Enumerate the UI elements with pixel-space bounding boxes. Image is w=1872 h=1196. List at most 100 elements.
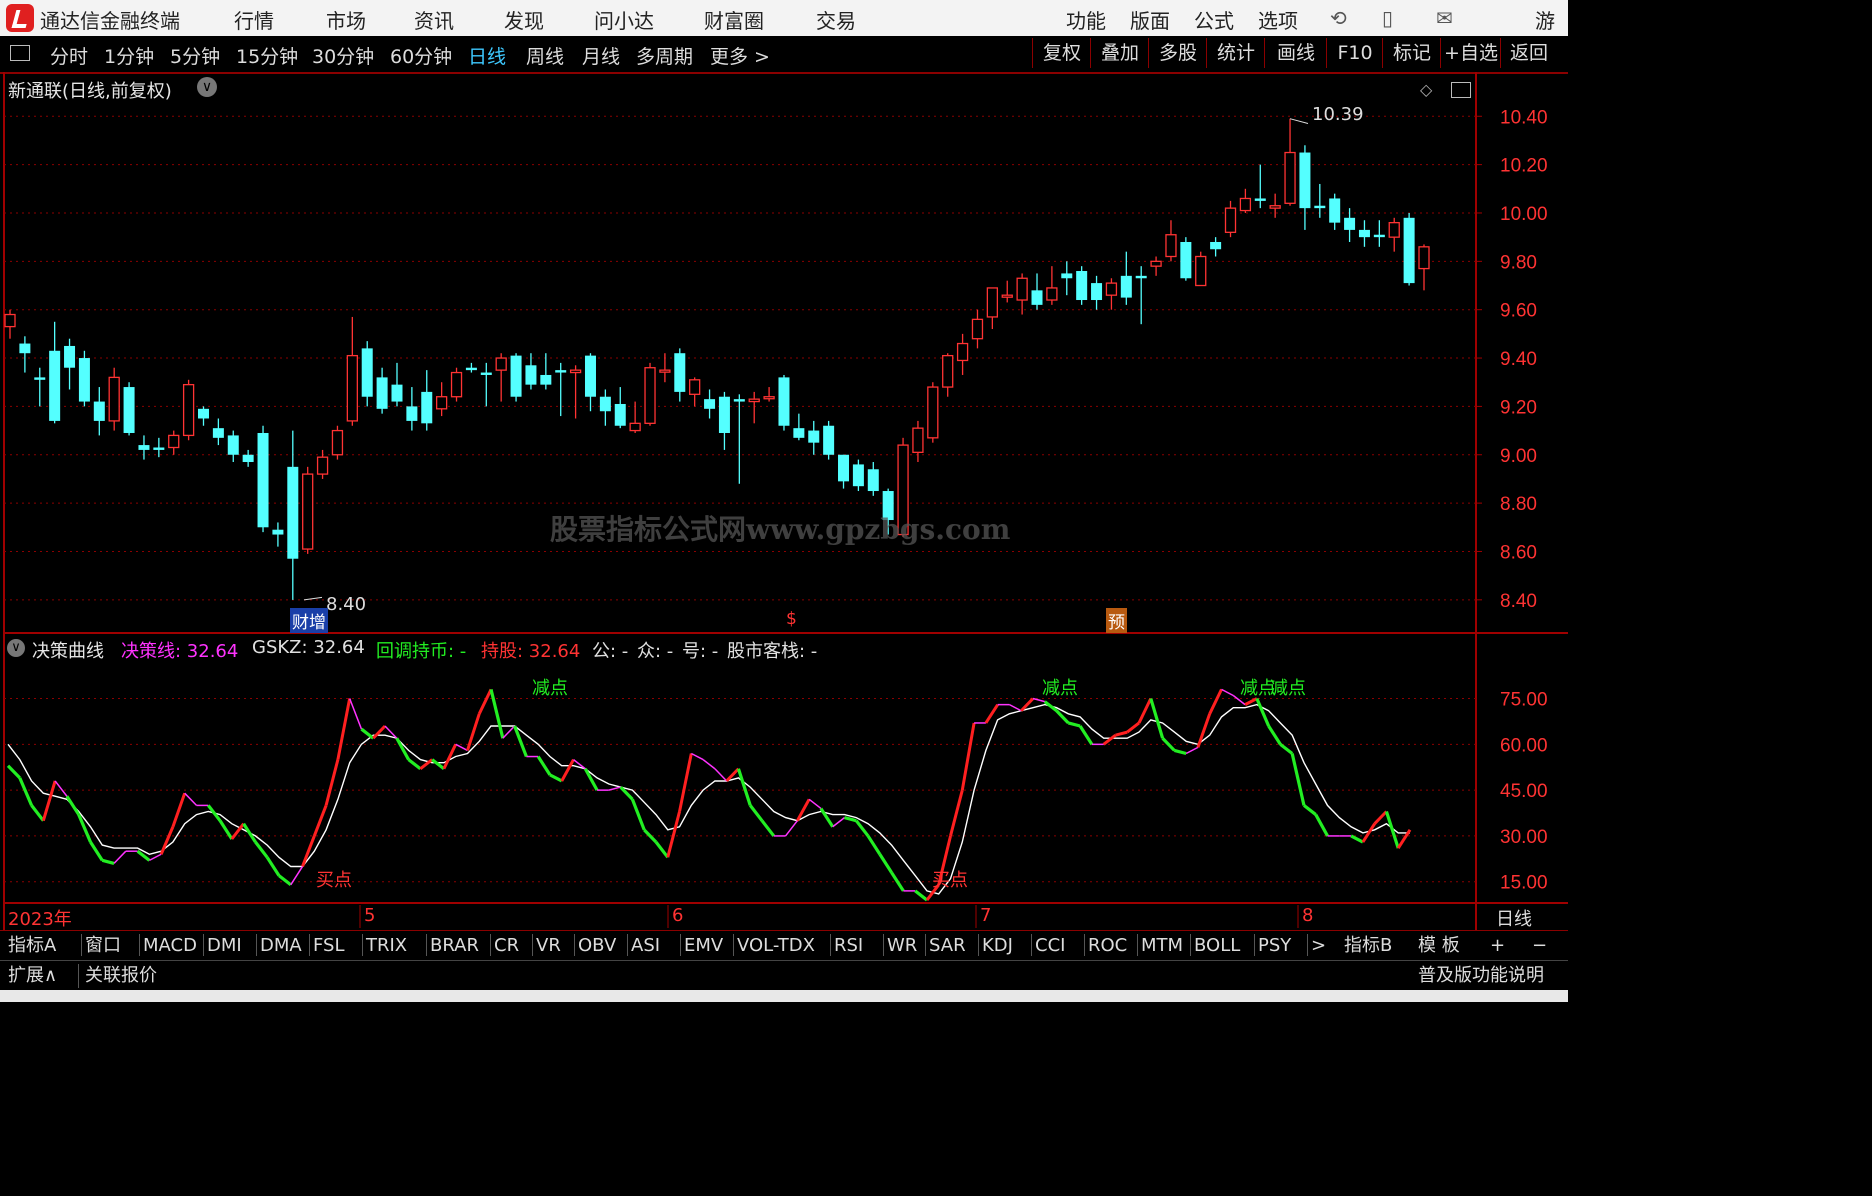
decision-segment: [477, 688, 493, 715]
marker-yu[interactable]: 预: [1106, 608, 1127, 633]
indicator-value-3: 持股: 32.64: [481, 641, 581, 662]
candle-down: [555, 370, 567, 373]
indicator-tab-6[interactable]: TRIX: [366, 934, 407, 958]
tab-divider: [1254, 934, 1255, 956]
indicator-tab-10[interactable]: OBV: [578, 934, 616, 958]
decision-segment: [301, 835, 316, 868]
indicator-tab-16[interactable]: SAR: [929, 934, 966, 958]
candle-up: [763, 396, 775, 400]
decision-segment: [643, 828, 658, 844]
linked-quote-button[interactable]: 关联报价: [78, 964, 157, 988]
candle-down: [674, 353, 686, 392]
candle-up: [108, 376, 120, 422]
indicator-tab-2[interactable]: MACD: [143, 934, 197, 958]
price-axis-label: 9.20: [1500, 397, 1537, 418]
candle-down: [808, 430, 820, 443]
indicator-tab-7[interactable]: BRAR: [430, 934, 479, 958]
decision-segment: [760, 819, 776, 837]
indicator-tab-9[interactable]: VR: [536, 934, 561, 958]
help-button[interactable]: 普及版功能说明: [1418, 964, 1544, 988]
candle-down: [1135, 275, 1147, 279]
indicator-tab-11[interactable]: ASI: [631, 934, 660, 958]
right-tab-3[interactable]: −: [1532, 934, 1547, 958]
diamond-icon[interactable]: ◇: [1420, 80, 1432, 99]
date-month-6: 6: [672, 905, 684, 926]
marker-dollar[interactable]: $: [786, 609, 797, 629]
candle-down: [376, 377, 388, 409]
sell-point-label-4: 减点: [1270, 678, 1306, 699]
price-axis-label: 10.00: [1500, 204, 1548, 225]
decision-segment: [101, 858, 115, 865]
date-month-8: 8: [1302, 905, 1314, 926]
indicator-tab-5[interactable]: FSL: [313, 934, 345, 958]
candle-down: [793, 428, 805, 438]
candle-down: [525, 365, 537, 385]
indicator-tab-21[interactable]: BOLL: [1194, 934, 1240, 958]
candle-down: [1031, 290, 1043, 305]
decision-segment: [914, 889, 928, 902]
right-tab-0[interactable]: 指标B: [1344, 934, 1392, 958]
indicator-value-5: 众: -: [637, 641, 674, 662]
indicator-tab-1[interactable]: 窗口: [85, 934, 121, 958]
decision-segment: [455, 743, 468, 752]
decision-segment: [149, 853, 162, 862]
indicator-tab-17[interactable]: KDJ: [982, 934, 1013, 958]
expand-button[interactable]: 扩展∧: [8, 964, 57, 988]
indicator-tab-22[interactable]: PSY: [1258, 934, 1291, 958]
indicator-tab-19[interactable]: ROC: [1088, 934, 1127, 958]
indicator-axis-label: 15.00: [1500, 873, 1548, 894]
tab-divider: [883, 934, 884, 956]
indicator-tab-15[interactable]: WR: [887, 934, 917, 958]
tab-divider: [733, 934, 734, 956]
decision-segment: [960, 722, 976, 791]
indicator-tab-12[interactable]: EMV: [684, 934, 723, 958]
decision-segment: [536, 755, 552, 776]
bottom-bar: 扩展∧ 关联报价 普及版功能说明: [0, 960, 1568, 991]
kline-chart[interactable]: 10.40 10.20 10.00 9.80 9.60 9.40 9.20 9.00 8.80 8…: [0, 0, 1568, 930]
tab-divider: [256, 934, 257, 956]
candle-up: [168, 434, 180, 449]
price-axis-label: 8.40: [1500, 591, 1537, 612]
indicator-tab-14[interactable]: RSI: [834, 934, 863, 958]
decision-segment: [808, 798, 822, 810]
date-month-7: 7: [980, 905, 992, 926]
decision-segment: [654, 841, 670, 859]
decision-segment: [832, 817, 845, 828]
decision-segment: [583, 767, 599, 791]
decision-segment: [18, 777, 34, 807]
indicator-tab-23[interactable]: >: [1311, 934, 1326, 958]
period-label: 日线: [1496, 909, 1532, 930]
indicator-tab-3[interactable]: DMI: [207, 934, 242, 958]
right-tab-1[interactable]: 模 板: [1418, 934, 1460, 958]
indicator-tab-0[interactable]: 指标A: [8, 934, 56, 958]
indicator-tab-13[interactable]: VOL-TDX: [737, 934, 815, 958]
candle-up: [912, 427, 924, 453]
candle-up: [1239, 197, 1252, 212]
decision-segment: [1267, 725, 1282, 746]
decision-segment: [1314, 813, 1329, 837]
right-tab-2[interactable]: +: [1490, 934, 1505, 958]
candle-down: [1299, 152, 1311, 209]
candle-down: [406, 406, 418, 421]
decision-segment: [866, 835, 882, 856]
indicator-tab-4[interactable]: DMA: [260, 934, 302, 958]
indicator-tab-8[interactable]: CR: [494, 934, 519, 958]
tab-divider: [490, 934, 491, 956]
window-toggle-icon[interactable]: [1451, 82, 1471, 98]
decision-segment: [242, 822, 257, 843]
decision-segment: [736, 768, 752, 806]
candle-down: [272, 529, 284, 535]
indicator-name[interactable]: 决策曲线: [32, 637, 104, 663]
marker-cai-zeng[interactable]: 财增: [290, 608, 328, 633]
decision-segment: [1043, 700, 1058, 713]
indicator-tab-20[interactable]: MTM: [1141, 934, 1183, 958]
price-axis-label: 10.40: [1500, 107, 1548, 128]
indicator-axis-label: 45.00: [1500, 781, 1548, 802]
candle-down: [718, 396, 730, 433]
indicator-menu-icon[interactable]: ∨: [7, 639, 25, 657]
candle-up: [956, 342, 969, 362]
candle-up: [331, 429, 344, 456]
chevron-down-icon[interactable]: ∨: [197, 77, 217, 97]
indicator-tab-18[interactable]: CCI: [1035, 934, 1065, 958]
decision-segment: [666, 811, 681, 858]
